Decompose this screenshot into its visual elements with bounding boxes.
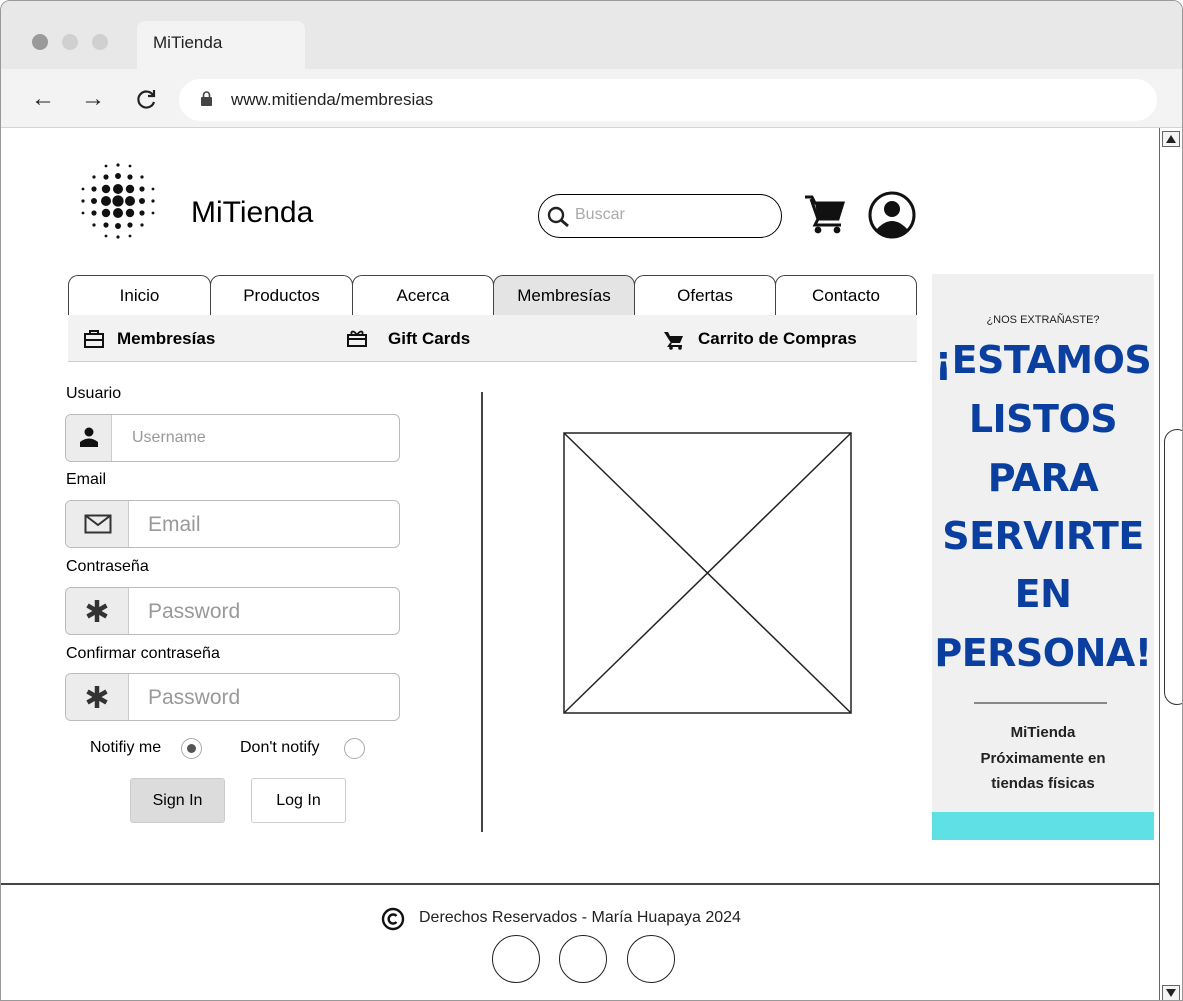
password-field-icon-box [66, 588, 129, 634]
sublink-gift-cards[interactable]: Gift Cards [388, 329, 470, 349]
cart-icon[interactable] [803, 193, 847, 235]
lock-icon [201, 91, 212, 106]
ad-eyebrow: ¿NOS EXTRAÑASTE? [986, 314, 1100, 326]
confirm-password-label: Confirmar contraseña [66, 645, 220, 662]
person-icon [80, 427, 98, 447]
password-placeholder: Password [148, 600, 241, 623]
cart-small-icon [664, 332, 683, 350]
browser-window: MiTienda ← → www.mitienda/membresias MiT… [0, 0, 1183, 1001]
notify-me-label[interactable]: Notifiy me [90, 739, 161, 757]
asterisk-icon [86, 686, 108, 708]
confirm-password-placeholder: Password [148, 686, 241, 709]
browser-tab[interactable]: MiTienda [137, 21, 305, 71]
confirm-field-icon-box [66, 674, 129, 720]
vertical-divider [481, 392, 483, 832]
search-placeholder: Buscar [575, 206, 625, 223]
reload-icon[interactable] [135, 87, 159, 111]
briefcase-icon [84, 330, 104, 348]
window-maximize-dot[interactable] [92, 34, 108, 50]
footer-divider [1, 883, 1159, 885]
username-field[interactable]: Username [65, 414, 400, 462]
ad-headline-line-5: EN [1014, 572, 1072, 616]
ad-headline-line-6: PERSONA! [934, 631, 1152, 675]
gift-icon [347, 330, 367, 347]
copyright-text: Derechos Reservados - María Huapaya 2024 [419, 909, 741, 926]
asterisk-icon [86, 600, 108, 622]
tab-productos[interactable]: Productos [210, 275, 353, 315]
logo-dots-icon [81, 163, 155, 239]
tab-inicio[interactable]: Inicio [68, 275, 211, 315]
ad-headline-line-4: SERVIRTE [942, 514, 1144, 558]
user-field-icon-box [66, 415, 112, 461]
username-placeholder: Username [132, 429, 206, 446]
ad-tagline-2: tiendas físicas [991, 775, 1095, 792]
usuario-label: Usuario [66, 385, 122, 402]
scroll-up-arrow-icon[interactable] [1162, 131, 1180, 147]
email-field[interactable]: Email [65, 500, 400, 548]
search-icon [547, 206, 569, 228]
sublink-membresias[interactable]: Membresías [117, 329, 215, 349]
tab-contacto[interactable]: Contacto [775, 275, 917, 315]
social-link-2-icon[interactable] [559, 935, 607, 983]
copyright-icon [381, 907, 405, 931]
dont-notify-radio[interactable] [344, 738, 365, 759]
url-text[interactable]: www.mitienda/membresias [231, 90, 433, 110]
dont-notify-label[interactable]: Don't notify [240, 739, 320, 757]
tab-acerca[interactable]: Acerca [352, 275, 494, 315]
ad-headline-line-1: ¡ESTAMOS [934, 338, 1152, 382]
ad-headline-line-3: PARA [987, 456, 1099, 500]
window-close-dot[interactable] [32, 34, 48, 50]
window-minimize-dot[interactable] [62, 34, 78, 50]
log-in-button[interactable]: Log In [251, 778, 346, 823]
email-label: Email [66, 471, 107, 488]
sign-in-button[interactable]: Sign In [130, 778, 225, 823]
ad-tagline-1: Próximamente en [980, 750, 1106, 767]
social-link-1-icon[interactable] [492, 935, 540, 983]
ad-separator [974, 702, 1107, 704]
scroll-down-arrow-icon[interactable] [1162, 985, 1180, 1000]
sublink-carrito[interactable]: Carrito de Compras [698, 329, 857, 349]
social-link-3-icon[interactable] [627, 935, 675, 983]
scrollbar-thumb[interactable] [1164, 429, 1182, 705]
tab-membresias[interactable]: Membresías [493, 275, 635, 315]
brand-name[interactable]: MiTienda [191, 196, 313, 230]
email-placeholder: Email [148, 513, 201, 536]
notify-me-radio[interactable] [181, 738, 202, 759]
confirm-password-field[interactable]: Password [65, 673, 400, 721]
password-field[interactable]: Password [65, 587, 400, 635]
email-field-icon-box [66, 501, 129, 547]
password-label: Contraseña [66, 558, 149, 575]
ad-color-band [932, 812, 1154, 840]
image-placeholder [563, 432, 852, 714]
ad-brand: MiTienda [1010, 724, 1076, 741]
envelope-icon [84, 514, 112, 534]
back-arrow-icon[interactable]: ← [31, 85, 55, 113]
ad-headline-line-2: LISTOS [968, 397, 1118, 441]
forward-arrow-icon[interactable]: → [81, 85, 105, 113]
tab-ofertas[interactable]: Ofertas [634, 275, 776, 315]
user-avatar-icon[interactable] [867, 190, 917, 240]
